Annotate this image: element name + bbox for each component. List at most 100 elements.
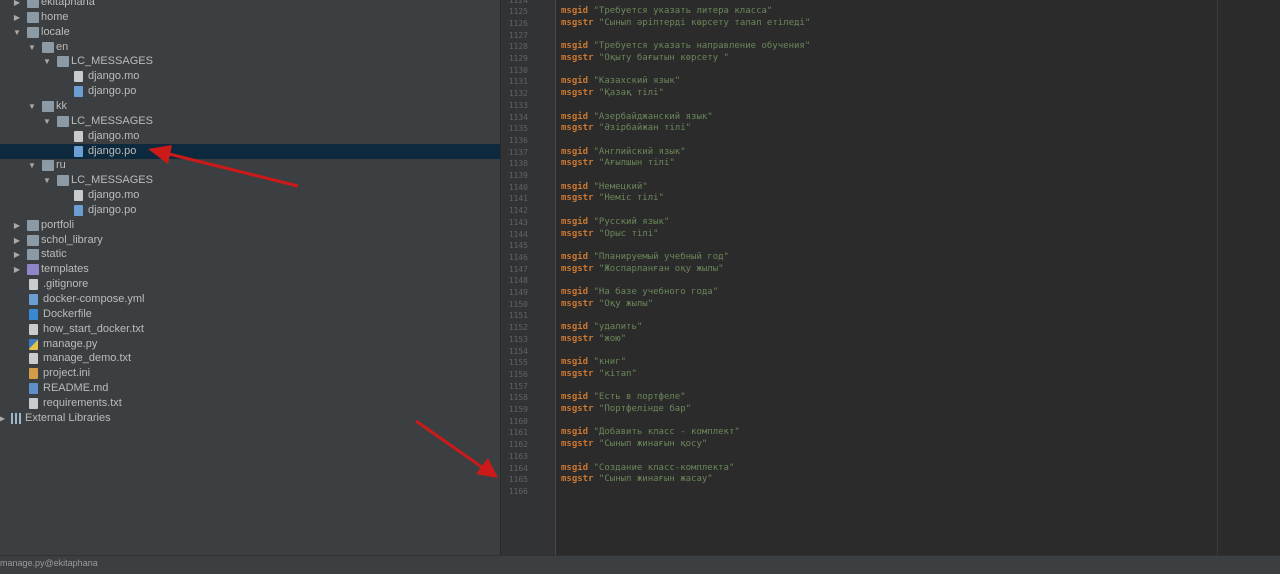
line-number: 1135 — [508, 124, 528, 134]
tree-item-label: locale — [41, 25, 70, 38]
chevron-right-icon[interactable]: ▶ — [12, 10, 22, 25]
code-line[interactable]: msgid "Английский язык" — [561, 147, 686, 159]
chevron-down-icon[interactable]: ▼ — [42, 173, 52, 188]
tree-file[interactable]: django.mo — [0, 129, 500, 144]
code-line[interactable]: msgstr "Оқу жылы" — [561, 299, 653, 311]
tree-folder[interactable]: ▶ schol_library — [0, 233, 500, 248]
tree-item-label: manage.py — [43, 337, 98, 350]
code-line[interactable]: msgid "Казахский язык" — [561, 76, 680, 88]
tree-file[interactable]: django.po — [0, 203, 500, 218]
code-line[interactable]: msgstr "Орыс тілі" — [561, 229, 659, 241]
tree-file[interactable]: how_start_docker.txt — [0, 322, 500, 337]
chevron-right-icon[interactable]: ▶ — [12, 233, 22, 248]
tree-folder[interactable]: ▼ ru — [0, 158, 500, 173]
chevron-down-icon[interactable]: ▼ — [27, 40, 37, 55]
tree-folder[interactable]: ▶ External Libraries — [0, 411, 500, 426]
code-line[interactable]: msgstr "Қазақ тілі" — [561, 88, 664, 100]
line-number: 1156 — [508, 369, 528, 379]
code-line[interactable]: msgstr "Неміс тілі" — [561, 193, 664, 205]
line-number: 1143 — [508, 217, 528, 227]
code-string: "Планируемый учебный год" — [588, 251, 729, 262]
code-string: "Казахский язык" — [588, 76, 681, 87]
tree-file[interactable]: README.md — [0, 381, 500, 396]
code-string: "Создание класс-комплекта" — [588, 462, 735, 473]
code-line[interactable]: msgstr "Жоспарланған оқу жылы" — [561, 264, 724, 276]
chevron-right-icon[interactable]: ▶ — [12, 218, 22, 233]
tree-folder[interactable]: ▶ ekitaphana — [0, 0, 500, 10]
tree-folder[interactable]: ▼ locale — [0, 25, 500, 40]
line-number: 1139 — [508, 171, 528, 180]
code-line[interactable]: msgid "Добавить класс - комплект" — [561, 427, 740, 439]
tree-folder[interactable]: ▼ kk — [0, 99, 500, 114]
line-number-gutter: 1124 1125 1126 1127 1128 1129 1130 1131 1132 1133… — [500, 0, 556, 555]
tree-item-label: manage_demo.txt — [43, 352, 132, 365]
tree-item-label: Dockerfile — [43, 307, 92, 320]
tree-file[interactable]: Dockerfile — [0, 307, 500, 322]
code-string: "Есть в портфеле" — [588, 392, 686, 403]
tree-folder[interactable]: ▼ LC_MESSAGES — [0, 114, 500, 129]
code-line[interactable]: msgstr "Сынып жинағын қосу" — [561, 439, 707, 451]
code-line[interactable]: msgstr "жою" — [561, 334, 626, 346]
tree-file[interactable]: docker-compose.yml — [0, 292, 500, 307]
folder-icon — [27, 264, 39, 276]
tree-file[interactable]: django.po — [0, 143, 500, 159]
tree-file[interactable]: manage_demo.txt — [0, 351, 500, 366]
chevron-right-icon[interactable]: ▶ — [12, 247, 22, 262]
code-line[interactable]: msgid "Требуется указать направление обу… — [561, 41, 810, 53]
tree-file[interactable]: .gitignore — [0, 277, 500, 292]
tree-item-label: LC_MESSAGES — [71, 55, 153, 68]
tree-item-label: static — [41, 248, 67, 261]
file-icon — [29, 323, 38, 335]
code-line[interactable]: msgid "Есть в портфеле" — [561, 392, 686, 404]
chevron-down-icon[interactable]: ▼ — [27, 99, 37, 114]
tree-file[interactable]: django.po — [0, 84, 500, 99]
code-line[interactable]: msgstr "Әзірбайжан тілі" — [561, 123, 691, 135]
code-line[interactable]: msgid "Планируемый учебный год" — [561, 252, 729, 264]
chevron-right-icon[interactable]: ▶ — [0, 411, 7, 426]
code-line[interactable]: msgid "удалить" — [561, 322, 642, 334]
tree-file[interactable]: django.mo — [0, 69, 500, 84]
tree-file[interactable]: django.mo — [0, 188, 500, 203]
code-line[interactable]: msgstr "Сынып әріптерді көрсету талап ет… — [561, 18, 810, 30]
tree-folder[interactable]: ▶ home — [0, 10, 500, 25]
code-line[interactable]: msgstr "Сынып жинағын жасау" — [561, 474, 713, 486]
code-line[interactable]: msgid "книг" — [561, 357, 626, 369]
tree-file[interactable]: manage.py — [0, 337, 500, 352]
code-line[interactable]: msgstr "Оқыту бағытын көрсету " — [561, 53, 729, 65]
code-line[interactable]: msgstr "Портфелінде бар" — [561, 404, 691, 416]
tree-file[interactable]: project.ini — [0, 366, 500, 381]
tree-folder[interactable]: ▼ en — [0, 40, 500, 55]
code-line[interactable]: msgstr "Ағылшын тілі" — [561, 158, 675, 170]
code-editor[interactable]: msgid "Требуется указать литера класса" m… — [556, 0, 1280, 555]
line-number: 1129 — [508, 54, 528, 63]
tree-item-label: django.po — [88, 85, 137, 98]
tree-folder[interactable]: ▶ templates — [0, 262, 500, 277]
code-line[interactable]: msgid "Русский язык" — [561, 217, 669, 229]
code-line[interactable]: msgid "Азербайджанский язык" — [561, 112, 713, 124]
folder-icon — [27, 234, 39, 246]
code-keyword: msgstr — [561, 193, 594, 204]
tree-folder[interactable]: ▼ LC_MESSAGES — [0, 173, 500, 188]
code-line[interactable]: msgid "На базе учебного года" — [561, 287, 718, 299]
chevron-down-icon[interactable]: ▼ — [42, 114, 52, 129]
tree-folder[interactable]: ▶ portfoli — [0, 218, 500, 233]
chevron-down-icon[interactable]: ▼ — [12, 25, 22, 40]
chevron-right-icon[interactable]: ▶ — [12, 262, 22, 277]
tree-item-label: LC_MESSAGES — [71, 174, 153, 187]
chevron-right-icon[interactable]: ▶ — [12, 0, 22, 10]
chevron-down-icon[interactable]: ▼ — [27, 158, 37, 173]
code-line[interactable]: msgid "Немецкий" — [561, 182, 648, 194]
folder-icon — [42, 160, 54, 172]
chevron-down-icon[interactable]: ▼ — [42, 54, 52, 69]
code-line[interactable]: msgid "Создание класс-комплекта" — [561, 463, 734, 475]
tree-file[interactable]: requirements.txt — [0, 396, 500, 411]
code-line[interactable]: msgid "Требуется указать литера класса" — [561, 6, 772, 18]
code-keyword: msgid — [561, 251, 589, 262]
tree-folder[interactable]: ▼ LC_MESSAGES — [0, 54, 500, 69]
tree-item-label: docker-compose.yml — [43, 293, 145, 305]
code-string: "Портфелінде бар" — [593, 404, 692, 414]
code-keyword: msgid — [561, 287, 589, 297]
tree-folder[interactable]: ▶ static — [0, 247, 500, 262]
code-line[interactable]: msgstr "кітап" — [561, 369, 637, 381]
folder-icon — [27, 11, 39, 23]
